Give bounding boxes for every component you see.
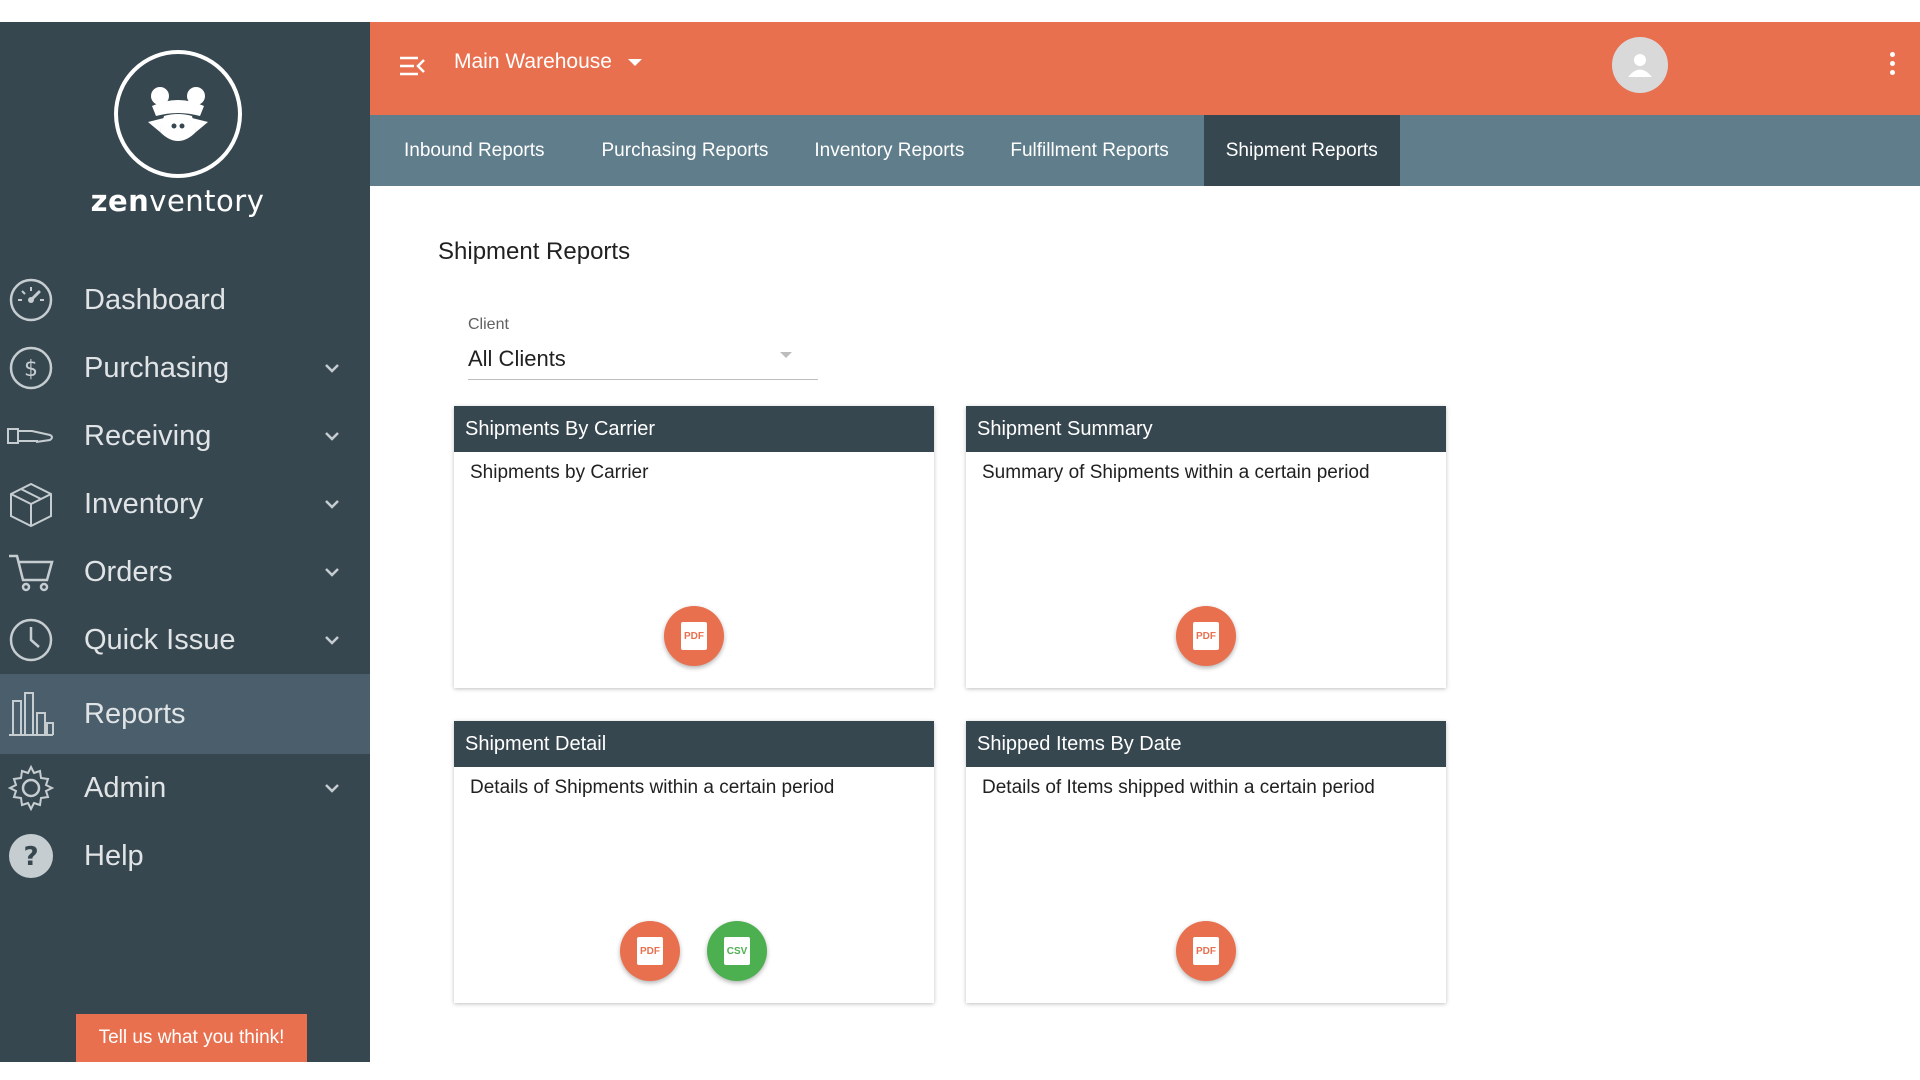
feedback-button[interactable]: Tell us what you think! [76, 1014, 307, 1062]
client-label: Client [468, 316, 509, 333]
sidebar-item-help[interactable]: ? Help [0, 822, 370, 890]
svg-text:?: ? [23, 842, 38, 872]
pdf-icon: PDF [637, 937, 663, 965]
sidebar-item-label: Orders [84, 555, 173, 588]
sidebar-item-label: Quick Issue [84, 623, 236, 656]
card-title: Shipped Items By Date [966, 721, 1446, 767]
card-description: Details of Items shipped within a certai… [982, 777, 1375, 798]
bar-chart-icon [6, 689, 56, 739]
pdf-download-button[interactable]: PDF [664, 606, 724, 666]
sidebar-item-inventory[interactable]: Inventory [0, 470, 370, 538]
sidebar-item-receiving[interactable]: Receiving [0, 402, 370, 470]
client-select[interactable]: All Clients [468, 340, 818, 380]
pdf-download-button[interactable]: PDF [620, 921, 680, 981]
sidebar-item-quick-issue[interactable]: Quick Issue [0, 606, 370, 674]
help-icon: ? [6, 831, 56, 881]
card-title: Shipment Summary [966, 406, 1446, 452]
pdf-download-button[interactable]: PDF [1176, 921, 1236, 981]
page-title: Shipment Reports [438, 238, 631, 265]
gear-icon [6, 763, 56, 813]
card-title: Shipments By Carrier [454, 406, 934, 452]
svg-text:$: $ [24, 357, 38, 382]
sidebar-item-label: Inventory [84, 487, 204, 520]
chevron-down-icon [325, 784, 339, 793]
logo-mark-icon [113, 50, 242, 178]
box-icon [6, 479, 56, 529]
chevron-down-icon [325, 364, 339, 373]
sidebar-item-label: Help [84, 839, 144, 872]
chevron-down-icon [325, 636, 339, 645]
clock-icon [6, 615, 56, 665]
sidebar-item-label: Dashboard [84, 283, 226, 316]
tab-inventory-reports[interactable]: Inventory Reports [791, 115, 987, 186]
pdf-icon: PDF [1193, 622, 1219, 650]
client-value: All Clients [468, 346, 566, 371]
report-card-shipments-by-carrier: Shipments By Carrier Shipments by Carrie… [454, 406, 934, 688]
sidebar-item-orders[interactable]: Orders [0, 538, 370, 606]
pdf-icon: PDF [1193, 937, 1219, 965]
report-card-shipment-detail: Shipment Detail Details of Shipments wit… [454, 721, 934, 1003]
sidebar-item-reports[interactable]: Reports [0, 674, 370, 754]
logo[interactable]: zenventory [0, 50, 355, 218]
cart-icon [6, 547, 56, 597]
top-bar: Main Warehouse [370, 22, 1920, 115]
sidebar-item-label: Reports [84, 697, 186, 730]
avatar[interactable] [1612, 37, 1668, 93]
report-tabs: Inbound Reports Purchasing Reports Inven… [370, 115, 1920, 186]
sidebar-nav: Dashboard $ Purchasing Receiving Invento… [0, 266, 370, 890]
warehouse-selector[interactable]: Main Warehouse [454, 50, 642, 74]
more-vert-icon[interactable] [1888, 52, 1896, 80]
chevron-down-icon [325, 432, 339, 441]
sidebar-item-label: Receiving [84, 419, 212, 452]
tab-fulfillment-reports[interactable]: Fulfillment Reports [987, 115, 1203, 186]
pdf-icon: PDF [681, 622, 707, 650]
pdf-download-button[interactable]: PDF [1176, 606, 1236, 666]
card-description: Details of Shipments within a certain pe… [470, 777, 835, 798]
report-card-shipped-items-by-date: Shipped Items By Date Details of Items s… [966, 721, 1446, 1003]
sidebar-item-admin[interactable]: Admin [0, 754, 370, 822]
tab-inbound-reports[interactable]: Inbound Reports [370, 115, 579, 186]
dollar-icon: $ [6, 343, 56, 393]
sidebar-item-label: Purchasing [84, 351, 230, 384]
sidebar-item-purchasing[interactable]: $ Purchasing [0, 334, 370, 402]
caret-down-icon [627, 58, 642, 66]
csv-download-button[interactable]: CSV [707, 921, 767, 981]
sidebar: zenventory Dashboard $ Purchasing Receiv… [0, 22, 370, 1062]
chevron-down-icon [325, 500, 339, 509]
caret-down-icon [780, 352, 792, 358]
report-card-shipment-summary: Shipment Summary Summary of Shipments wi… [966, 406, 1446, 688]
tab-purchasing-reports[interactable]: Purchasing Reports [579, 115, 792, 186]
hand-icon [6, 411, 56, 461]
logo-wordmark: zenventory [90, 184, 265, 218]
sidebar-item-label: Admin [84, 771, 167, 804]
tab-shipment-reports[interactable]: Shipment Reports [1203, 115, 1400, 186]
speedometer-icon [6, 275, 56, 325]
user-icon [1628, 54, 1652, 77]
csv-icon: CSV [724, 937, 750, 965]
card-description: Shipments by Carrier [470, 462, 649, 483]
sidebar-item-dashboard[interactable]: Dashboard [0, 266, 370, 334]
chevron-down-icon [325, 568, 339, 577]
card-description: Summary of Shipments within a certain pe… [982, 462, 1370, 483]
menu-collapse-icon[interactable] [398, 54, 426, 78]
card-title: Shipment Detail [454, 721, 934, 767]
warehouse-name: Main Warehouse [454, 50, 612, 73]
